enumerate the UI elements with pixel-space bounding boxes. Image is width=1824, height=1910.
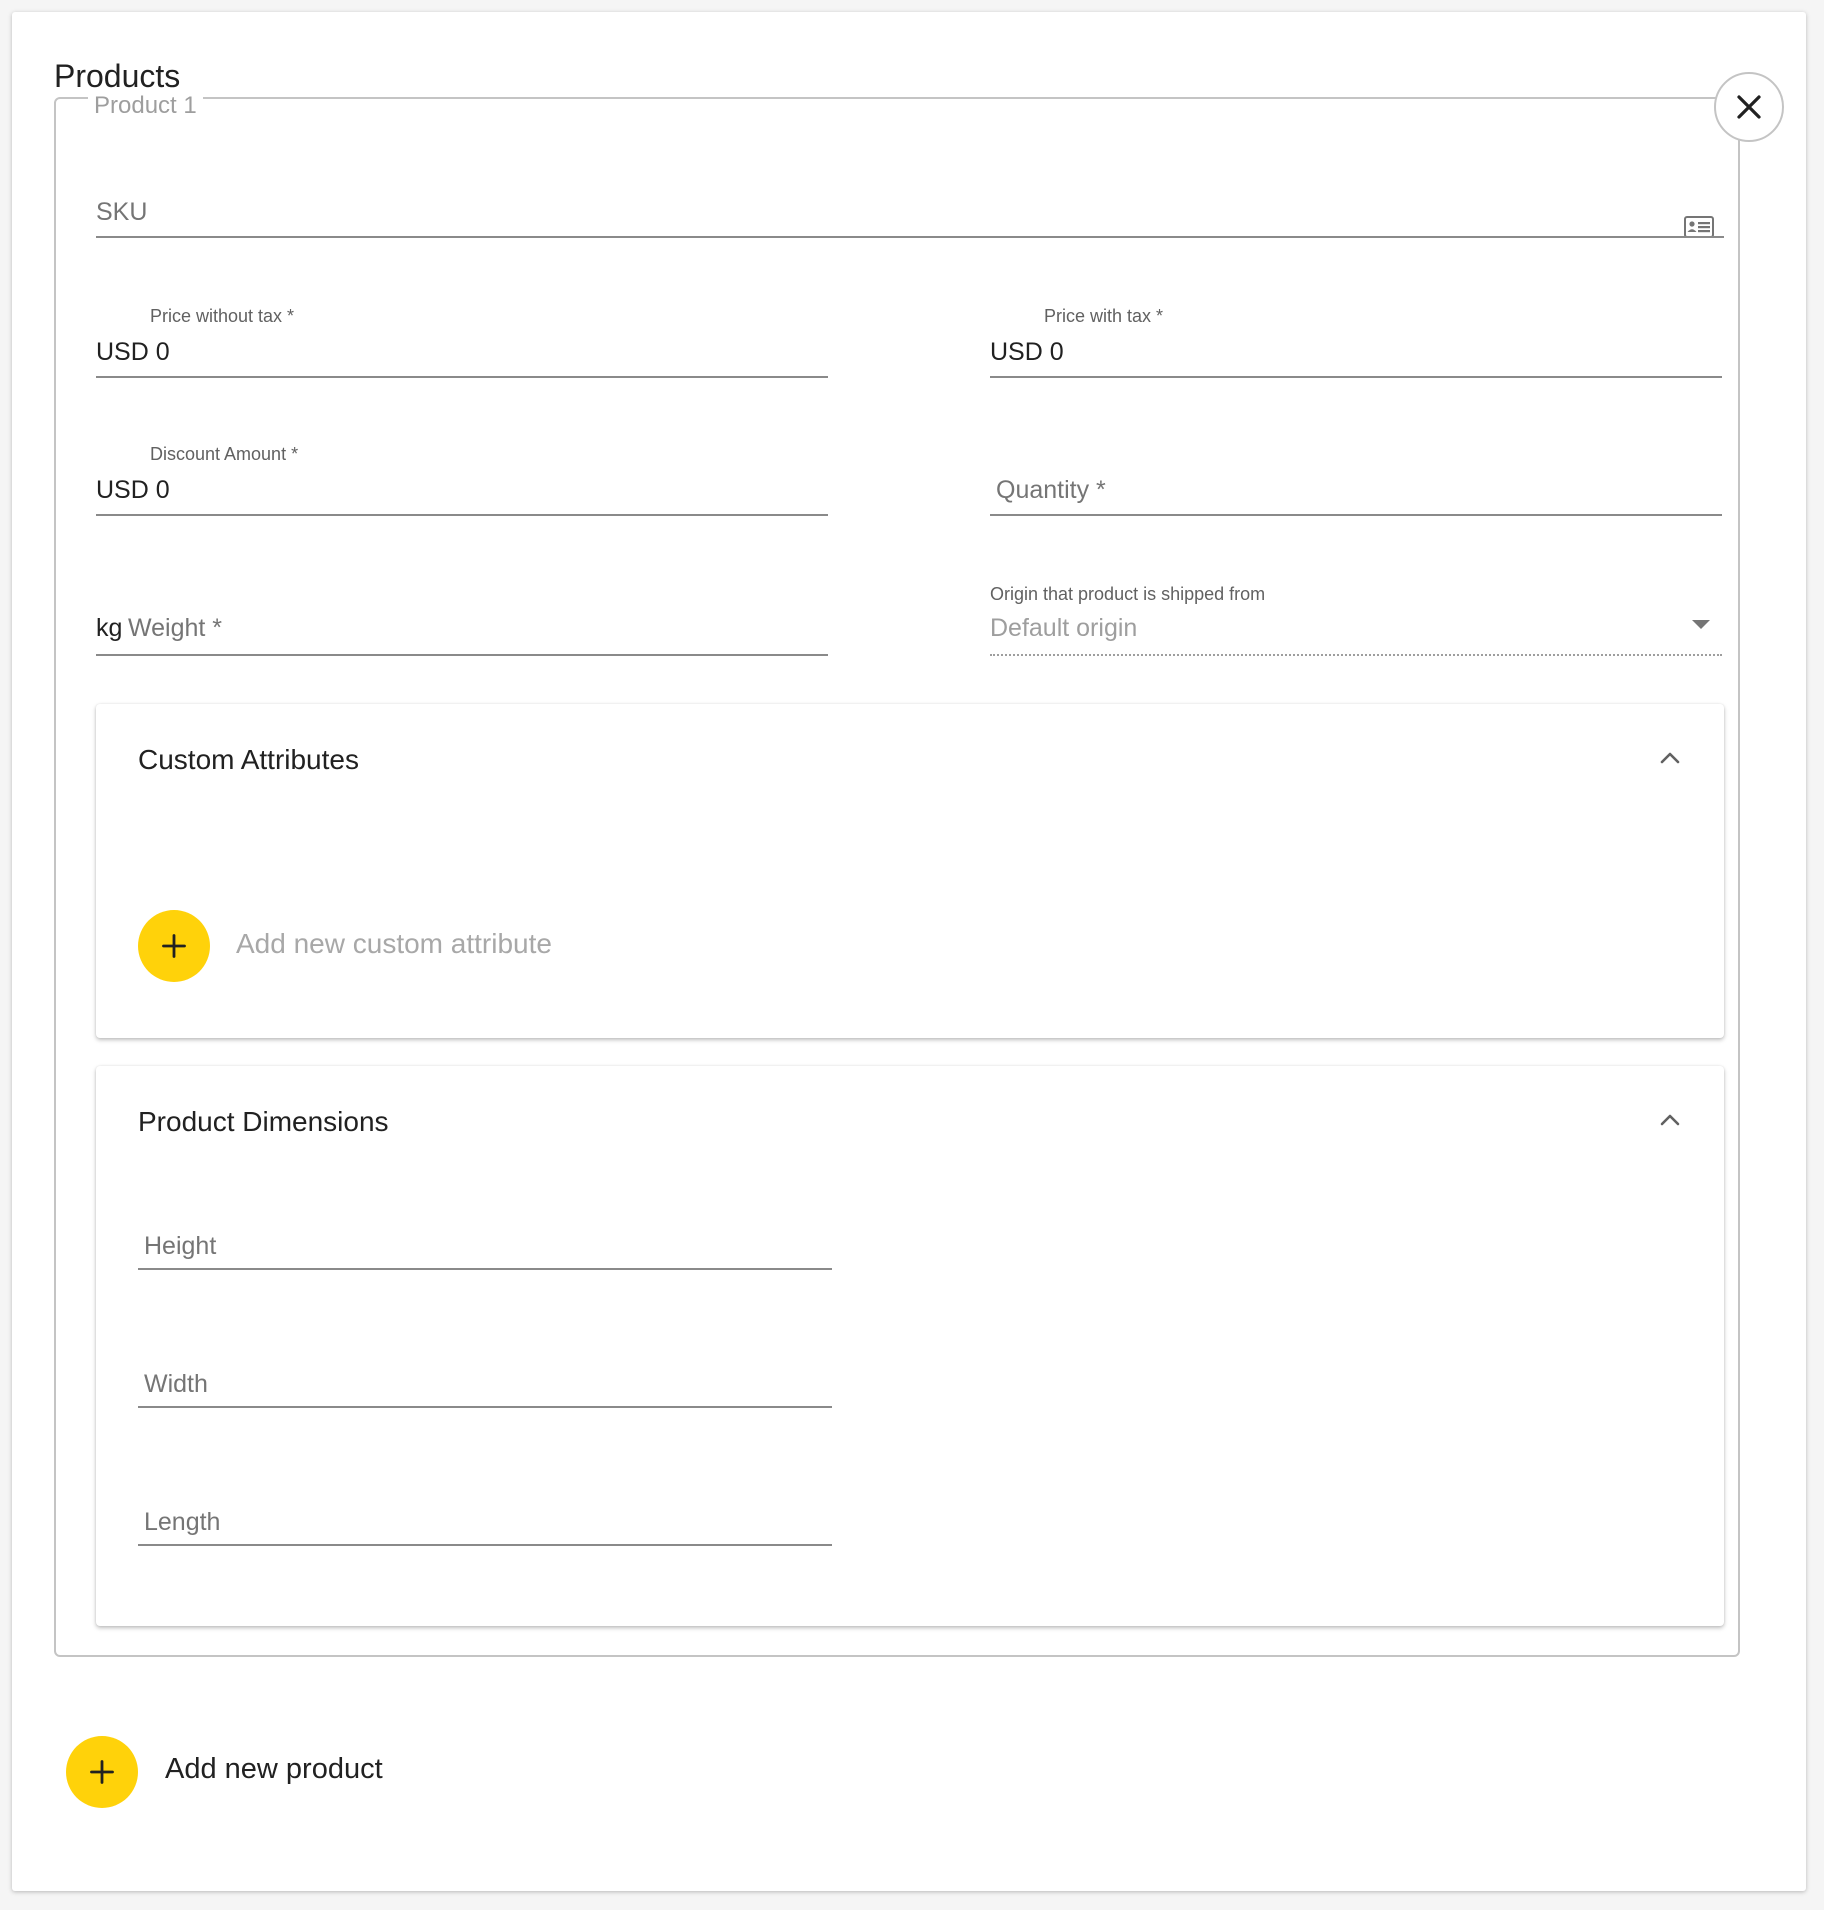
add-new-product-button[interactable] (66, 1736, 138, 1808)
price-with-tax-underline (990, 376, 1722, 378)
sku-placeholder: SKU (96, 198, 148, 226)
length-placeholder: Length (144, 1508, 221, 1536)
price-without-tax-field[interactable]: Price without tax * USD 0 (96, 300, 828, 378)
close-icon (1737, 95, 1761, 119)
height-field[interactable]: Height (138, 1226, 832, 1270)
price-with-tax-label: Price with tax * (1044, 306, 1164, 326)
sku-field[interactable]: SKU (96, 190, 1724, 238)
product-dimensions-panel: Product Dimensions Height Width Length (96, 1066, 1724, 1626)
height-underline (138, 1268, 832, 1270)
weight-unit-prefix: kg (96, 614, 123, 642)
discount-amount-label: Discount Amount * (150, 444, 299, 464)
quantity-placeholder: Quantity * (996, 476, 1106, 504)
quantity-field[interactable]: Quantity * (990, 468, 1722, 516)
discount-amount-underline (96, 514, 828, 516)
product-dimensions-title: Product Dimensions (138, 1106, 389, 1137)
origin-select[interactable]: Origin that product is shipped from Defa… (990, 578, 1722, 656)
remove-product-button[interactable] (1714, 72, 1784, 142)
weight-field[interactable]: kg Weight * (96, 608, 828, 656)
quantity-underline (990, 514, 1722, 516)
add-custom-attribute-button[interactable] (138, 910, 210, 982)
width-underline (138, 1406, 832, 1408)
product-legend: Product 1 (88, 92, 203, 120)
discount-amount-value: USD 0 (96, 476, 170, 504)
add-new-product-label[interactable]: Add new product (165, 1753, 383, 1786)
plus-icon (90, 1760, 114, 1784)
custom-attributes-title: Custom Attributes (138, 744, 359, 775)
discount-amount-field[interactable]: Discount Amount * USD 0 (96, 438, 828, 516)
length-field[interactable]: Length (138, 1502, 832, 1546)
custom-attributes-panel: Custom Attributes Add new custom attribu… (96, 704, 1724, 1038)
price-without-tax-label: Price without tax * (150, 306, 295, 326)
width-field[interactable]: Width (138, 1364, 832, 1408)
plus-icon (162, 934, 186, 958)
add-custom-attribute-label[interactable]: Add new custom attribute (236, 928, 552, 960)
price-with-tax-value: USD 0 (990, 338, 1064, 366)
price-with-tax-field[interactable]: Price with tax * USD 0 (990, 300, 1722, 378)
price-without-tax-underline (96, 376, 828, 378)
weight-placeholder: Weight * (128, 614, 223, 642)
sku-underline (96, 236, 1724, 238)
weight-underline (96, 654, 828, 656)
page-title: Products (54, 58, 181, 94)
id-card-icon (1684, 216, 1714, 238)
height-placeholder: Height (144, 1232, 217, 1260)
chevron-up-icon[interactable] (1658, 750, 1682, 766)
length-underline (138, 1544, 832, 1546)
origin-underline (990, 654, 1722, 656)
width-placeholder: Width (144, 1370, 208, 1398)
origin-label: Origin that product is shipped from (990, 584, 1266, 604)
price-without-tax-value: USD 0 (96, 338, 170, 366)
origin-value: Default origin (990, 614, 1138, 642)
dropdown-arrow-icon (1692, 620, 1710, 629)
chevron-up-icon[interactable] (1658, 1112, 1682, 1128)
